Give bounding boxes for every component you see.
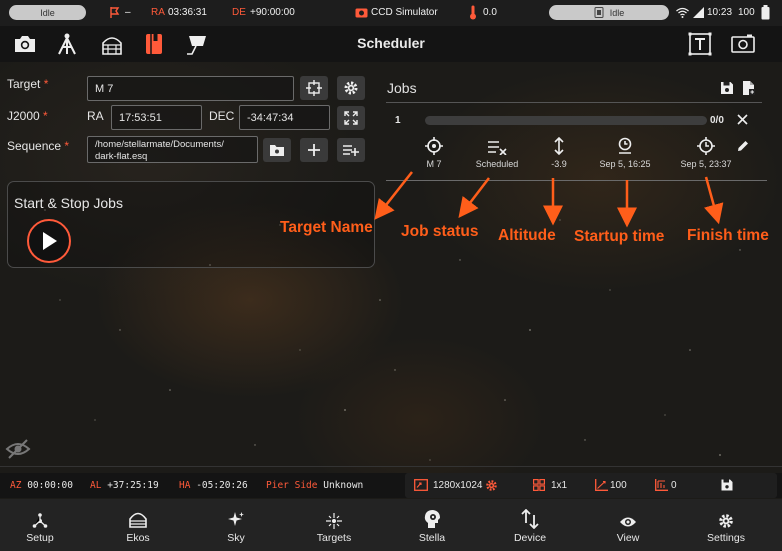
annotation-arrows	[374, 171, 724, 228]
view-icon	[620, 517, 636, 527]
binning-icon	[533, 479, 545, 491]
targets-icon	[326, 513, 342, 529]
az-label: AZ	[10, 480, 22, 491]
nav-setup[interactable]: Setup	[0, 499, 89, 551]
nav-view-label: View	[616, 532, 640, 544]
stella-icon	[424, 510, 440, 528]
az-value: 00:00:00	[27, 480, 73, 491]
resolution-value: 1280x1024	[433, 480, 483, 491]
al-label: AL	[90, 480, 102, 491]
ha-value: -05:20:26	[196, 480, 248, 491]
nav-stella-label: Stella	[418, 532, 446, 544]
gain-value: 100	[610, 480, 627, 491]
nav-settings[interactable]: Settings	[677, 499, 775, 551]
gain-icon	[595, 479, 608, 491]
capture-settings-strip: 1280x1024 1x1 100 0	[405, 473, 777, 498]
nav-targets[interactable]: Targets	[285, 499, 383, 551]
annotation-altitude: Altitude	[498, 227, 556, 244]
ekos-icon	[129, 512, 147, 528]
settings-icon	[719, 514, 733, 528]
pier-side-value: Unknown	[323, 480, 364, 491]
annotation-job-status: Job status	[401, 223, 479, 240]
nav-stella[interactable]: Stella	[383, 499, 481, 551]
frame-size-icon	[414, 479, 428, 491]
save-settings-icon[interactable]	[721, 479, 733, 491]
setup-icon	[32, 513, 48, 528]
ha-label: HA	[179, 480, 191, 491]
nav-ekos-label: Ekos	[126, 532, 150, 544]
arrow-target-name	[374, 171, 413, 220]
nav-targets-label: Targets	[316, 532, 352, 544]
nav-sky-label: Sky	[227, 532, 245, 544]
nav-view[interactable]: View	[579, 499, 677, 551]
content-bottom-divider	[0, 466, 782, 467]
sky-icon	[228, 512, 244, 526]
offset-value: 0	[671, 480, 677, 491]
offset-icon	[655, 479, 668, 491]
capture-settings-gear-icon[interactable]	[485, 479, 498, 492]
al-value: +37:25:19	[107, 480, 159, 491]
annotation-finish-time: Finish time	[687, 227, 769, 244]
telescope-status-strip: AZ 00:00:00 AL +37:25:19 HA -05:20:26 Pi…	[0, 473, 782, 498]
nav-setup-label: Setup	[26, 532, 54, 544]
binning-value: 1x1	[551, 480, 568, 491]
nav-sky[interactable]: Sky	[187, 499, 285, 551]
nav-device[interactable]: Device	[481, 499, 579, 551]
nav-ekos[interactable]: Ekos	[89, 499, 187, 551]
pier-side-label: Pier Side	[266, 480, 318, 491]
annotation-target-name: Target Name	[280, 219, 373, 236]
nav-device-label: Device	[513, 532, 547, 544]
arrow-job-status	[458, 177, 490, 218]
bottom-navigation: Setup Ekos Sky Targets Stella Device Vie…	[0, 499, 782, 551]
arrow-finish	[704, 176, 724, 225]
device-icon	[521, 509, 539, 529]
eye-off-icon[interactable]	[5, 438, 31, 460]
nav-settings-label: Settings	[707, 532, 745, 544]
annotation-startup-time: Startup time	[574, 228, 665, 245]
